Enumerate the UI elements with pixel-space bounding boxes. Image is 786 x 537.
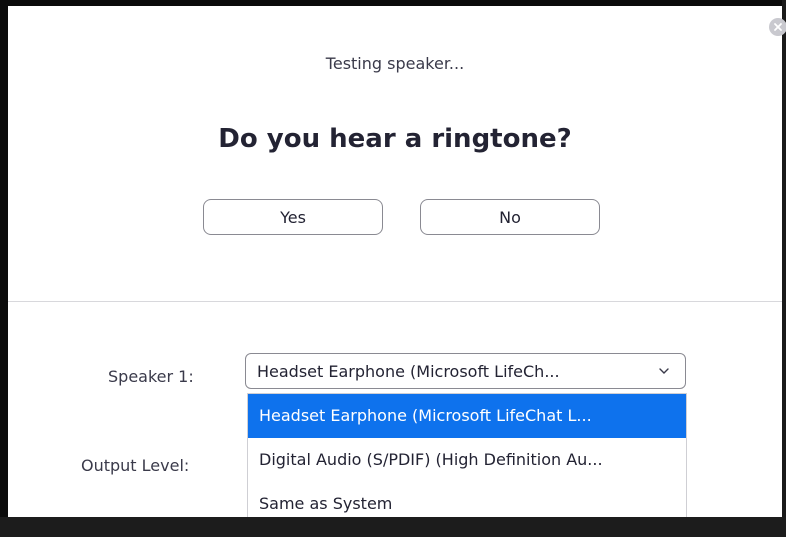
- speaker-selected-value: Headset Earphone (Microsoft LifeCh...: [257, 362, 560, 381]
- window-frame-left: [0, 0, 8, 537]
- chevron-down-icon: [659, 368, 669, 374]
- close-icon: [774, 23, 782, 31]
- window-frame-right: [782, 0, 786, 537]
- section-divider: [8, 301, 782, 302]
- speaker-option-headset[interactable]: Headset Earphone (Microsoft LifeChat L..…: [248, 394, 686, 438]
- speaker-label: Speaker 1:: [108, 367, 194, 386]
- speaker-option-digital-audio[interactable]: Digital Audio (S/PDIF) (High Definition …: [248, 438, 686, 482]
- window-frame-bottom: [0, 517, 786, 537]
- output-level-label: Output Level:: [81, 456, 190, 475]
- testing-status-text: Testing speaker...: [325, 54, 465, 73]
- speaker-test-dialog: Testing speaker... Do you hear a rington…: [8, 6, 786, 523]
- speaker-dropdown-list: Headset Earphone (Microsoft LifeChat L..…: [247, 393, 687, 523]
- yes-button[interactable]: Yes: [203, 199, 383, 235]
- ringtone-question: Do you hear a ringtone?: [218, 124, 572, 154]
- close-button[interactable]: [769, 18, 786, 36]
- speaker-option-label: Same as System: [259, 494, 393, 513]
- speaker-option-label: Digital Audio (S/PDIF) (High Definition …: [259, 450, 603, 469]
- speaker-select[interactable]: Headset Earphone (Microsoft LifeCh...: [245, 353, 686, 389]
- no-button[interactable]: No: [420, 199, 600, 235]
- speaker-option-label: Headset Earphone (Microsoft LifeChat L..…: [259, 406, 592, 425]
